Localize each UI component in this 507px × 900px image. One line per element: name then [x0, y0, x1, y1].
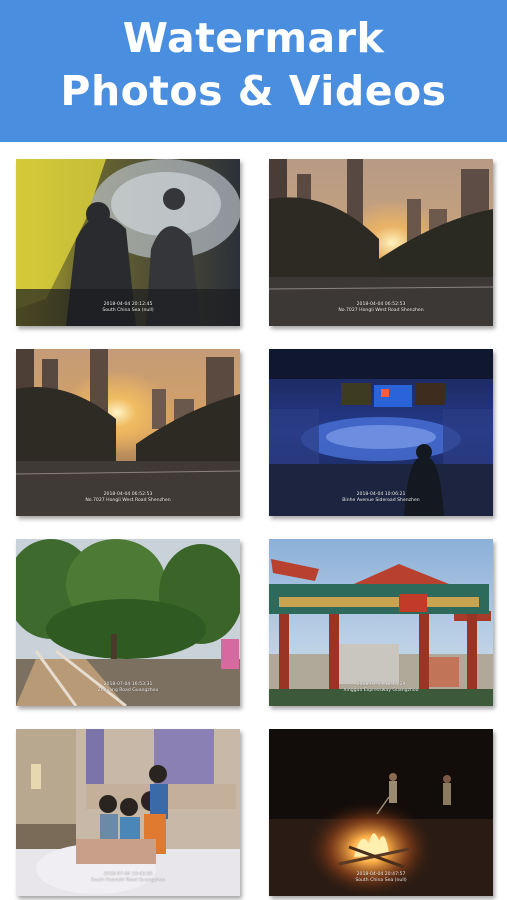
watermark-text: 2018-04-04 06:52:53 No.7027 Hongli West …: [338, 302, 424, 313]
city-sunset-photo-image: [269, 159, 493, 326]
photo-card-city-sunset[interactable]: 2018-04-04 06:52:53 No.7027 Hongli West …: [269, 159, 493, 326]
family-photo-image: [16, 729, 240, 896]
watermark-text: 2018-04-04 20:12:45 South China Sea (nul…: [102, 302, 154, 313]
watermark-text: 2018-07-04 19:43:50 South Huanshi Road G…: [90, 872, 166, 883]
tent-photo-image: [16, 159, 240, 326]
photo-card-park[interactable]: 2018-07-04 16:53:31 Zhujiang Road Guangz…: [16, 539, 240, 706]
photo-card-city-sunset-alt[interactable]: 2018-04-04 06:52:53 No.7027 Hongli West …: [16, 349, 240, 516]
park-photo-image: [16, 539, 240, 706]
header-title-line2: Photos & Videos: [60, 67, 447, 115]
header-title-line1: Watermark: [122, 14, 385, 62]
stadium-photo-image: [269, 349, 493, 516]
photo-card-tent[interactable]: 2018-04-04 20:12:45 South China Sea (nul…: [16, 159, 240, 326]
watermark-text: 2018-07-04 12:14:29 Xingguo Expressway G…: [343, 682, 419, 693]
watermark-text: 2018-04-04 10:06:21 Binhe Avenue Sideroa…: [342, 492, 420, 503]
photo-card-gate[interactable]: 2018-07-04 12:14:29 Xingguo Expressway G…: [269, 539, 493, 706]
photo-card-family[interactable]: 2018-07-04 19:43:50 South Huanshi Road G…: [16, 729, 240, 896]
app-header-banner: Watermark Photos & Videos: [0, 0, 507, 142]
watermark-text: 2018-07-04 16:53:31 Zhujiang Road Guangz…: [97, 682, 159, 693]
campfire-photo-image: [269, 729, 493, 896]
photo-card-stadium[interactable]: 2018-04-04 10:06:21 Binhe Avenue Sideroa…: [269, 349, 493, 516]
city-sunset-alt-photo-image: [16, 349, 240, 516]
gate-photo-image: [269, 539, 493, 706]
photo-card-campfire[interactable]: 2018-04-04 20:47:57 South China Sea (nul…: [269, 729, 493, 896]
watermark-text: 2018-04-04 06:52:53 No.7027 Hongli West …: [85, 492, 171, 503]
watermark-text: 2018-04-04 20:47:57 South China Sea (nul…: [355, 872, 407, 883]
